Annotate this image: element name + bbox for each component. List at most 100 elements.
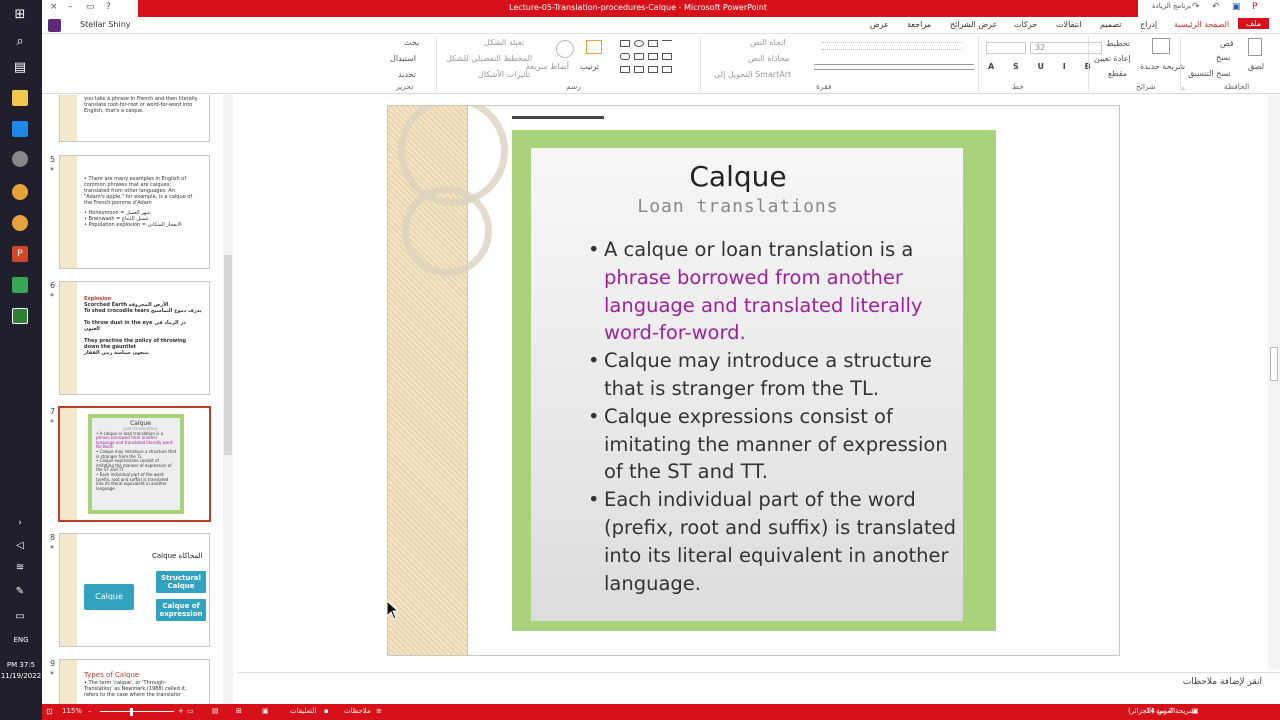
- windows-icon[interactable]: ⊞: [9, 3, 31, 25]
- shape-freeform-icon[interactable]: [662, 66, 672, 73]
- shape-star-icon[interactable]: [620, 66, 630, 73]
- slide-body[interactable]: A calque or loan translation is a phrase…: [588, 236, 968, 597]
- shape-curve-icon[interactable]: [662, 53, 672, 60]
- shape-rectangle-icon[interactable]: [620, 40, 630, 47]
- slide[interactable]: Calque Loan translations A calque or loa…: [387, 105, 1120, 656]
- shape-fill-button[interactable]: تعبئة الشكل: [484, 38, 524, 47]
- wifi-icon[interactable]: ≋: [9, 556, 31, 578]
- camtasia-icon[interactable]: [9, 274, 31, 296]
- notes-icon[interactable]: ≡: [376, 707, 382, 715]
- font-format-buttons[interactable]: A S U I B: [988, 62, 1099, 71]
- redo-icon[interactable]: ↷: [1192, 2, 1200, 12]
- alignment-buttons[interactable]: [814, 64, 974, 70]
- shape-outline-button[interactable]: المخطط التفصيلي للشكل: [446, 54, 532, 63]
- zoom-slider[interactable]: [100, 711, 174, 712]
- cut-button[interactable]: قص: [1220, 39, 1234, 48]
- font-size-box[interactable]: 32: [1030, 42, 1102, 54]
- chevron-right-icon[interactable]: ›: [9, 512, 31, 534]
- paste-button[interactable]: لصق: [1248, 62, 1264, 71]
- tab-slideshow[interactable]: عرض الشرائح: [950, 20, 997, 29]
- volume-icon[interactable]: ◁: [9, 534, 31, 556]
- clock-date[interactable]: 11/19/2022: [0, 672, 42, 681]
- zoom-slider-thumb[interactable]: [130, 708, 133, 716]
- help-icon[interactable]: ?: [106, 2, 111, 12]
- language-indicator[interactable]: ENG: [0, 636, 42, 645]
- save-icon[interactable]: ▣: [1232, 2, 1241, 12]
- tab-file[interactable]: ملف: [1238, 18, 1270, 29]
- tab-animations[interactable]: حركات: [1014, 20, 1037, 29]
- notes-pane[interactable]: انقر لإضافة ملاحظات: [238, 672, 1280, 704]
- tab-design[interactable]: تصميم: [1100, 20, 1122, 29]
- scrollbar-thumb[interactable]: [224, 255, 232, 455]
- canvas-scrollbar[interactable]: [1268, 95, 1280, 669]
- slide-thumbnail-6[interactable]: Explosion Scorched Earth الأرض المحروقة …: [59, 281, 210, 395]
- chrome-icon[interactable]: [9, 181, 31, 203]
- zoom-out-icon[interactable]: –: [88, 707, 92, 715]
- zoom-level[interactable]: 115%: [62, 707, 82, 715]
- convert-smartart-button[interactable]: التحويل إلى SmartArt: [714, 70, 791, 79]
- shape-triangle-icon[interactable]: [648, 53, 658, 60]
- slide-sorter-icon[interactable]: ⊞: [236, 707, 242, 715]
- slide-subtitle[interactable]: Loan translations: [588, 196, 888, 217]
- tab-review[interactable]: مراجعة: [907, 20, 931, 29]
- notes-placeholder[interactable]: انقر لإضافة ملاحظات: [1183, 677, 1262, 687]
- file-explorer-icon[interactable]: [9, 87, 31, 109]
- layout-button[interactable]: تخطيط: [1106, 39, 1130, 48]
- align-text-button[interactable]: محاذاة النص: [748, 54, 789, 63]
- zoom-in-icon[interactable]: +: [178, 707, 184, 715]
- shape-rounded-icon[interactable]: [620, 53, 630, 60]
- arrange-button[interactable]: ترتيب: [580, 62, 599, 71]
- spell-check-icon[interactable]: ▣: [1192, 707, 1199, 715]
- slide-thumbnail-8[interactable]: Calque المحاكاة Calque Structural Calque…: [59, 533, 210, 647]
- shape-line-icon[interactable]: [662, 40, 672, 47]
- reset-button[interactable]: إعادة تعيين: [1094, 54, 1131, 63]
- replace-button[interactable]: استبدال: [390, 54, 416, 63]
- slide-thumbnails-pane[interactable]: ^ you take a phrase in French and then l…: [42, 95, 234, 704]
- quick-styles-button[interactable]: أنماط سريعة: [526, 62, 569, 71]
- text-direction-button[interactable]: اتجاه النص: [750, 38, 786, 47]
- keyboard-icon[interactable]: ▭: [9, 605, 31, 627]
- chrome-icon-2[interactable]: [9, 212, 31, 234]
- slide-title[interactable]: Calque: [588, 160, 888, 193]
- minimize-icon[interactable]: –: [68, 2, 73, 12]
- close-icon[interactable]: ×: [50, 2, 58, 12]
- tab-insert[interactable]: إدراج: [1140, 20, 1157, 29]
- notes-button[interactable]: ملاحظات: [344, 707, 371, 715]
- comment-icon[interactable]: ▪: [324, 707, 329, 715]
- normal-view-icon[interactable]: ▣: [262, 707, 269, 715]
- shape-bracket-icon[interactable]: [634, 66, 644, 73]
- slide-thumbnail-4[interactable]: you take a phrase in French and then lit…: [59, 95, 210, 142]
- shape-oval-icon[interactable]: [634, 40, 644, 47]
- powerpoint-icon[interactable]: P: [9, 243, 31, 265]
- section-button[interactable]: مقطع: [1108, 69, 1127, 78]
- shape-arrow-icon[interactable]: [634, 53, 644, 60]
- format-painter-button[interactable]: نسخ التنسيق: [1188, 69, 1231, 78]
- task-view-icon[interactable]: ▤: [9, 56, 31, 78]
- slideshow-view-icon[interactable]: ▭: [187, 707, 194, 715]
- fit-slide-icon[interactable]: ⊡: [46, 707, 53, 716]
- scrollbar-thumb[interactable]: [1270, 347, 1278, 381]
- tab-view[interactable]: عرض: [870, 20, 889, 29]
- group-expander-icon[interactable]: ⌞: [1182, 83, 1185, 91]
- comments-button[interactable]: التعليقات: [290, 707, 316, 715]
- search-icon[interactable]: ⌕: [9, 30, 31, 52]
- user-label[interactable]: برنامج الريادة: [1152, 2, 1191, 10]
- restore-icon[interactable]: ▭: [86, 2, 95, 12]
- slide-thumbnail-7-selected[interactable]: Calque Loan translations • A calque or l…: [58, 406, 211, 522]
- tab-transitions[interactable]: انتقالات: [1056, 20, 1081, 29]
- copy-button[interactable]: نسخ: [1216, 53, 1231, 62]
- shape-effects-button[interactable]: تأثيرات الأشكال: [478, 70, 530, 79]
- app-icon[interactable]: [9, 148, 31, 170]
- shape-rect2-icon[interactable]: [648, 40, 658, 47]
- find-button[interactable]: بحث: [404, 38, 419, 47]
- camtasia-icon-2[interactable]: [9, 305, 31, 327]
- reading-view-icon[interactable]: ▤: [212, 707, 219, 715]
- tab-home[interactable]: الصفحة الرئيسية: [1174, 20, 1229, 29]
- new-slide-button[interactable]: شريحة جديدة: [1140, 62, 1185, 71]
- thumbnails-scrollbar[interactable]: [223, 95, 233, 704]
- list-buttons[interactable]: [822, 42, 962, 50]
- shape-brace-icon[interactable]: [648, 66, 658, 73]
- edge-icon[interactable]: [9, 118, 31, 140]
- slide-thumbnail-5[interactable]: • There are many examples in English of …: [59, 155, 210, 269]
- clock-time[interactable]: PM 37:5: [0, 661, 42, 670]
